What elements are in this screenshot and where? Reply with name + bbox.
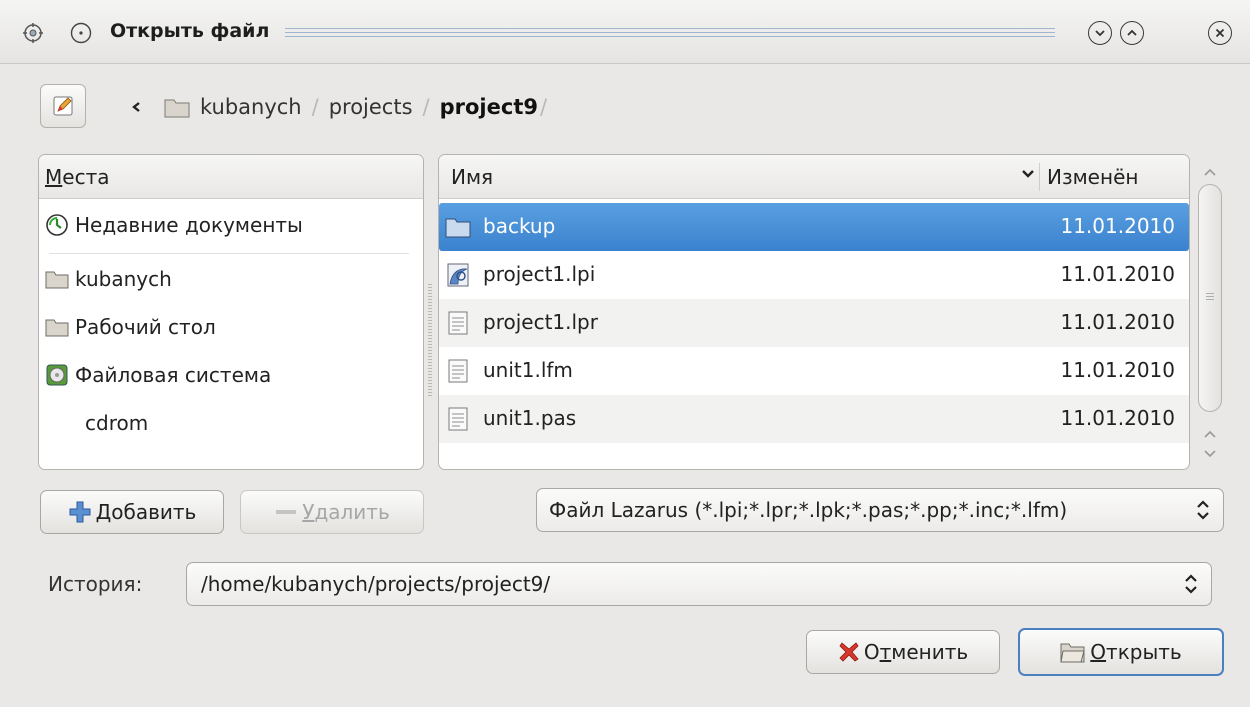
sticky-icon[interactable] — [70, 22, 92, 44]
file-modified: 11.01.2010 — [1060, 262, 1175, 286]
breadcrumb-separator: / — [539, 95, 548, 119]
cancel-label: менить — [891, 640, 969, 664]
place-label: Рабочий стол — [75, 315, 216, 339]
folder-icon — [445, 218, 471, 238]
minimize-button[interactable] — [1088, 21, 1112, 45]
splitter-handle[interactable] — [428, 284, 432, 396]
drive-icon — [46, 364, 68, 386]
column-divider — [1039, 163, 1040, 191]
scroll-up-icon[interactable] — [1203, 428, 1217, 440]
open-button[interactable]: Открыть — [1018, 628, 1224, 676]
remove-label: далить — [314, 500, 390, 524]
places-header-key: М — [45, 164, 63, 189]
plus-icon — [69, 501, 91, 523]
maximize-button[interactable] — [1120, 21, 1144, 45]
file-row-unit1-pas[interactable]: unit1.pas 11.01.2010 — [439, 395, 1189, 443]
history-combo[interactable]: /home/kubanych/projects/project9/ — [186, 562, 1212, 606]
breadcrumb-item-kubanych[interactable]: kubanych — [200, 95, 302, 119]
files-header: Имя Изменён — [439, 155, 1189, 199]
open-key: О — [1090, 640, 1107, 664]
close-icon — [1215, 28, 1225, 38]
breadcrumb: kubanych / projects / project9 / — [130, 92, 557, 122]
folder-icon — [164, 99, 190, 118]
file-modified: 11.01.2010 — [1060, 310, 1175, 334]
file-name: unit1.pas — [483, 406, 577, 430]
open-label: ткрыть — [1106, 640, 1182, 664]
place-cdrom[interactable]: cdrom — [85, 411, 148, 435]
chevron-up-icon — [1127, 29, 1137, 36]
window-title: Открыть файл — [110, 20, 270, 42]
edit-icon — [53, 96, 73, 116]
cancel-prefix: О — [863, 640, 880, 664]
place-label: cdrom — [85, 411, 149, 435]
title-decoration — [285, 28, 1055, 40]
column-name[interactable]: Имя — [451, 165, 493, 189]
file-type-filter[interactable]: Файл Lazarus (*.lpi;*.lpr;*.lpk;*.pas;*.… — [536, 488, 1224, 532]
back-arrow-icon[interactable] — [130, 100, 144, 114]
file-name: project1.lpr — [483, 310, 598, 334]
file-row-unit1-lfm[interactable]: unit1.lfm 11.01.2010 — [439, 347, 1189, 395]
chevron-down-icon — [1095, 30, 1105, 37]
add-place-button[interactable]: Добавить — [40, 490, 224, 534]
places-header-label: еста — [62, 164, 110, 189]
file-row-project1-lpi[interactable]: project1.lpi 11.01.2010 — [439, 251, 1189, 299]
folder-open-icon — [1060, 643, 1085, 663]
breadcrumb-separator: / — [311, 95, 319, 119]
place-desktop[interactable]: Рабочий стол — [45, 315, 216, 339]
file-row-backup[interactable]: backup 11.01.2010 — [439, 203, 1189, 251]
close-button[interactable] — [1208, 21, 1232, 45]
remove-place-button[interactable]: Удалить — [240, 490, 424, 534]
place-label: kubanych — [75, 267, 172, 291]
add-label: обавить — [111, 500, 197, 524]
cancel-icon — [839, 642, 859, 662]
add-key: Д — [95, 500, 112, 524]
files-panel: Имя Изменён backup 11.01.2010 project1.l… — [438, 154, 1190, 470]
history-value: /home/kubanych/projects/project9/ — [201, 572, 551, 596]
file-row-project1-lpr[interactable]: project1.lpr 11.01.2010 — [439, 299, 1189, 347]
text-file-icon — [448, 311, 468, 335]
place-label: Файловая система — [75, 363, 272, 387]
scroll-down-icon[interactable] — [1203, 448, 1217, 460]
file-name: unit1.lfm — [483, 358, 573, 382]
vertical-scrollbar[interactable] — [1196, 166, 1224, 468]
recent-documents-icon — [46, 214, 68, 236]
cancel-key: т — [879, 640, 892, 664]
lazarus-project-icon — [447, 263, 469, 287]
column-modified[interactable]: Изменён — [1047, 165, 1138, 189]
file-modified: 11.01.2010 — [1060, 214, 1175, 238]
breadcrumb-current[interactable]: project9 — [440, 95, 538, 119]
folder-icon — [45, 271, 69, 289]
filter-value: Файл Lazarus (*.lpi;*.lpr;*.lpk;*.pas;*.… — [549, 498, 1068, 522]
edit-location-button[interactable] — [40, 84, 86, 128]
place-label: Недавние документы — [75, 213, 303, 237]
minus-icon — [276, 510, 297, 514]
place-recent-documents[interactable]: Недавние документы — [45, 213, 303, 237]
place-kubanych[interactable]: kubanych — [45, 267, 172, 291]
breadcrumb-separator: / — [422, 95, 430, 119]
text-file-icon — [448, 359, 468, 383]
window-menu-icon[interactable] — [22, 22, 44, 44]
title-bar: Открыть файл — [0, 0, 1250, 64]
sort-down-icon — [1022, 170, 1034, 178]
spin-arrows-icon — [1185, 574, 1197, 594]
history-label: История: — [48, 572, 143, 596]
file-modified: 11.01.2010 — [1060, 358, 1175, 382]
places-panel: Места Недавние документы kubanych Рабочи… — [38, 154, 424, 470]
file-modified: 11.01.2010 — [1060, 406, 1175, 430]
breadcrumb-item-projects[interactable]: projects — [329, 95, 413, 119]
grip-icon — [1206, 293, 1214, 300]
file-name: backup — [483, 214, 556, 238]
text-file-icon — [448, 407, 468, 431]
cancel-button[interactable]: От менить — [806, 630, 1000, 674]
place-filesystem[interactable]: Файловая система — [45, 363, 271, 387]
scroll-up-icon[interactable] — [1203, 166, 1217, 178]
spin-arrows-icon — [1197, 500, 1209, 520]
places-header: Места — [39, 155, 423, 199]
remove-key: У — [302, 500, 315, 524]
places-divider — [49, 253, 409, 254]
file-name: project1.lpi — [483, 262, 596, 286]
folder-icon — [45, 319, 69, 337]
scrollbar-thumb[interactable] — [1198, 184, 1222, 412]
